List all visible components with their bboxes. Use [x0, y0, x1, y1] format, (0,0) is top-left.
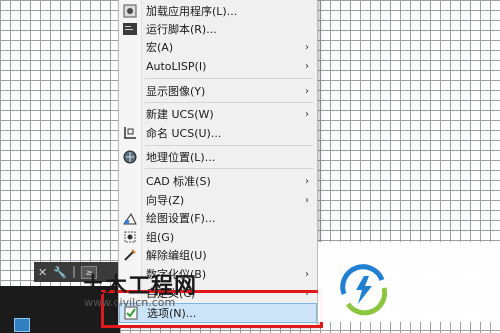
menu-item-cad-standards[interactable]: CAD 标准(S) › — [119, 171, 317, 191]
group-icon — [122, 229, 138, 245]
menu-item-named-ucs[interactable]: 命名 UCS(U)... — [119, 123, 317, 143]
menu-item-autolisp[interactable]: AutoLISP(I) › — [119, 56, 317, 76]
menu-item-label: 命名 UCS(U)... — [146, 127, 222, 140]
menu-item-new-ucs[interactable]: 新建 UCS(W) › — [119, 104, 317, 124]
menu-item-drafting-settings[interactable]: 绘图设置(F)... — [119, 208, 317, 228]
menu-item-label: 解除编组(U) — [146, 249, 207, 262]
menu-item-label: 地理位置(L)... — [146, 151, 216, 164]
load-app-icon — [122, 3, 138, 19]
menu-item-macro[interactable]: 宏(A) › — [119, 37, 317, 57]
taskbar-app-icon[interactable] — [14, 318, 30, 332]
menu-item-geographic-location[interactable]: 地理位置(L)... — [119, 147, 317, 167]
menu-item-ungroup[interactable]: 解除编组(U) — [119, 245, 317, 265]
menu-item-label: 显示图像(Y) — [146, 85, 206, 98]
chevron-right-icon: › — [305, 41, 309, 53]
menu-item-label: 加载应用程序(L)... — [146, 5, 238, 18]
chevron-right-icon: › — [305, 268, 309, 280]
menu-item-group[interactable]: 组(G) — [119, 227, 317, 247]
menu-item-wizards[interactable]: 向导(Z) › — [119, 190, 317, 210]
menu-item-label: CAD 标准(S) — [146, 175, 211, 188]
menu-divider — [145, 78, 313, 79]
menu-item-label: AutoLISP(I) — [146, 59, 207, 73]
menu-item-display-image[interactable]: 显示图像(Y) › — [119, 81, 317, 101]
menu-item-label: 绘图设置(F)... — [146, 212, 216, 225]
menu-divider — [145, 168, 313, 169]
ucs-icon — [122, 125, 138, 141]
menu-item-label: 向导(Z) — [146, 194, 185, 207]
menu-item-label: 新建 UCS(W) — [146, 108, 214, 121]
wrench-icon[interactable]: 🔧 — [53, 266, 67, 279]
menu-item-label: 宏(A) — [146, 41, 174, 54]
chevron-right-icon: › — [305, 108, 309, 120]
chevron-right-icon: › — [305, 85, 309, 97]
globe-icon — [122, 149, 138, 165]
divider — [72, 266, 75, 278]
drafting-settings-icon — [122, 210, 138, 226]
menu-item-label: 组(G) — [146, 231, 175, 244]
watermark-url: www.civilcn.com — [84, 296, 176, 309]
menu-item-run-script[interactable]: 运行脚本(R)... — [119, 19, 317, 39]
script-icon — [122, 21, 138, 37]
chevron-right-icon: › — [305, 175, 309, 187]
menu-item-label: 运行脚本(R)... — [146, 23, 217, 36]
chevron-right-icon: › — [305, 60, 309, 72]
menu-item-load-application[interactable]: 加载应用程序(L)... — [119, 1, 317, 21]
chevron-right-icon: › — [305, 194, 309, 206]
civilcn-logo — [340, 264, 388, 316]
close-icon[interactable]: ✕ — [38, 266, 47, 279]
ungroup-icon — [122, 247, 138, 263]
watermark-panel — [318, 242, 500, 322]
menu-divider — [145, 102, 313, 103]
menu-divider — [145, 145, 313, 146]
